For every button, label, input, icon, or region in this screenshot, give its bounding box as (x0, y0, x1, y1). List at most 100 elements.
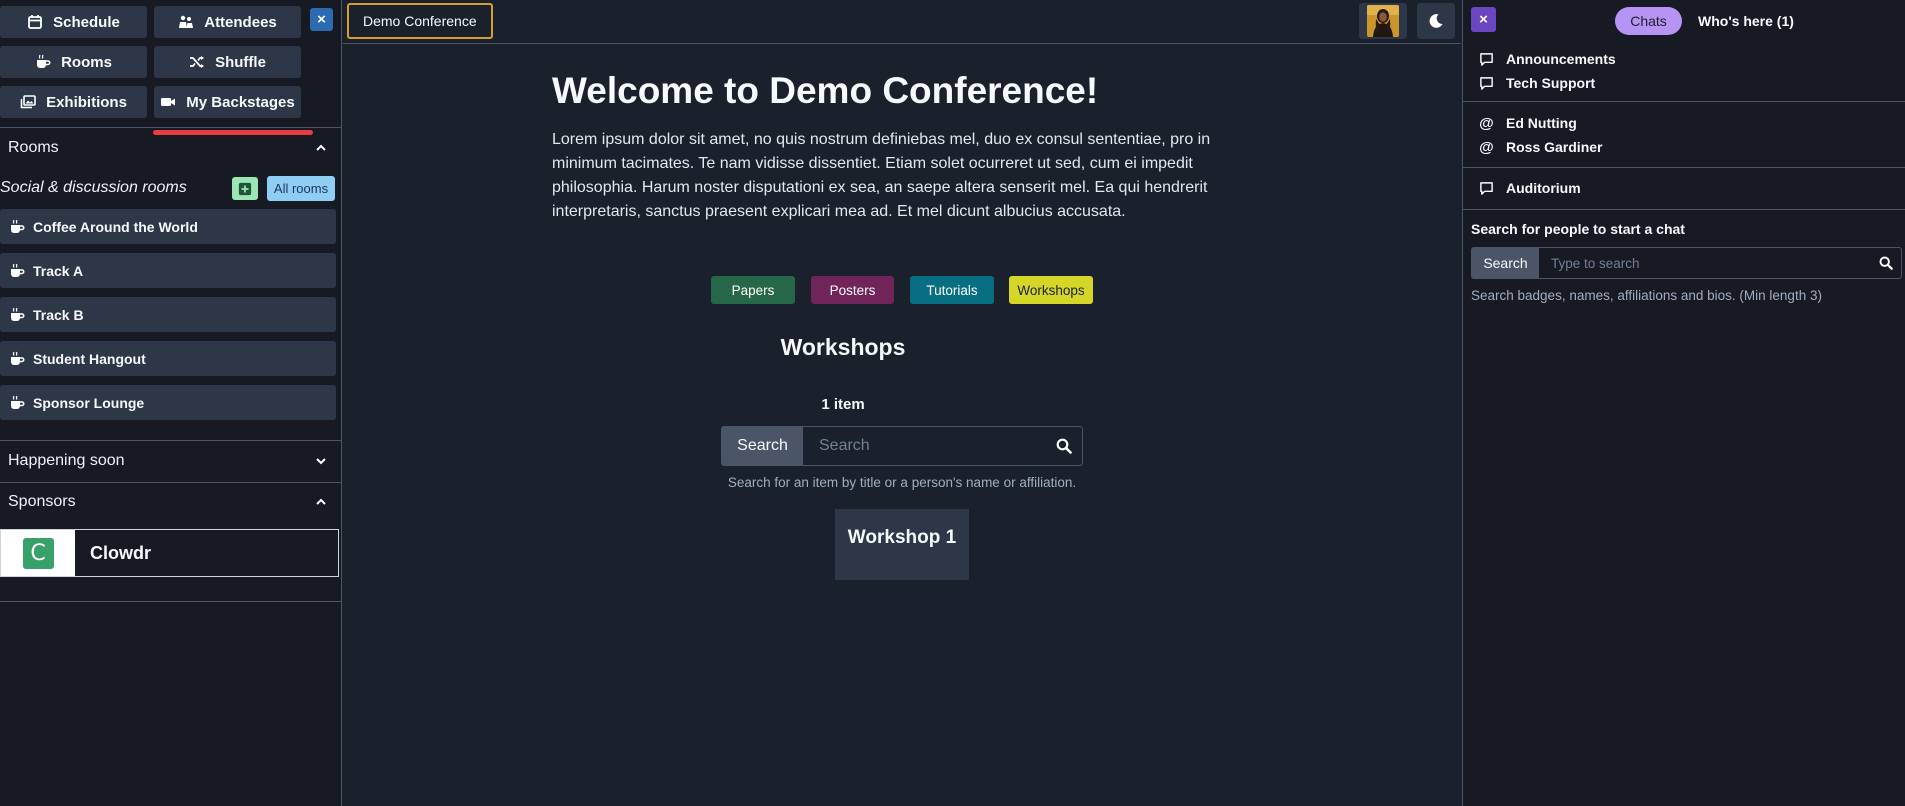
divider (1463, 167, 1905, 168)
chat-item-ross-gardiner[interactable]: @ Ross Gardiner (1479, 137, 1602, 157)
chat-item-announcements[interactable]: Announcements (1479, 49, 1616, 69)
item-search-input[interactable] (803, 427, 1046, 465)
coffee-icon (35, 54, 51, 70)
divider (1463, 209, 1905, 210)
conference-button[interactable]: Demo Conference (347, 3, 493, 39)
chat-item-auditorium[interactable]: Auditorium (1479, 178, 1581, 198)
happening-soon-header[interactable]: Happening soon (8, 449, 329, 473)
exhibitions-label: Exhibitions (46, 93, 127, 111)
chat-label: Auditorium (1506, 180, 1581, 196)
right-sidebar: × Chats Who's here (1) Announcements Tec… (1462, 0, 1905, 806)
divider (0, 482, 341, 483)
chat-label: Tech Support (1506, 75, 1596, 91)
search-icon[interactable] (1871, 248, 1901, 278)
tab-chats[interactable]: Chats (1615, 7, 1682, 35)
shuffle-icon (189, 54, 205, 70)
social-rooms-subheading: Social & discussion rooms All rooms (0, 174, 340, 202)
sponsors-title: Sponsors (8, 493, 76, 510)
category-posters[interactable]: Posters (811, 276, 894, 304)
room-label: Coffee Around the World (33, 218, 198, 235)
chevron-up-icon (313, 494, 329, 510)
chevron-down-icon (313, 453, 329, 469)
category-label: Posters (829, 282, 876, 298)
main-nav: Schedule Attendees × Rooms Shuffle Exhib… (0, 6, 340, 118)
divider (0, 601, 341, 602)
chat-item-tech-support[interactable]: Tech Support (1479, 73, 1595, 93)
coffee-icon (9, 219, 25, 235)
close-nav-button[interactable]: × (310, 8, 333, 31)
coffee-icon (9, 351, 25, 367)
my-backstages-label: My Backstages (186, 93, 295, 111)
close-chat-panel-button[interactable]: × (1471, 7, 1496, 32)
people-search-helper: Search badges, names, affiliations and b… (1471, 288, 1822, 303)
item-card[interactable]: Workshop 1 (835, 509, 969, 580)
room-label: Sponsor Lounge (33, 394, 145, 411)
left-sidebar: Schedule Attendees × Rooms Shuffle Exhib… (0, 0, 342, 806)
intro-text: Lorem ipsum dolor sit amet, no quis nost… (552, 131, 1211, 220)
rooms-section-title: Rooms (8, 139, 59, 156)
room-item[interactable]: Sponsor Lounge (0, 385, 336, 420)
create-room-button[interactable] (232, 177, 258, 200)
divider (0, 127, 341, 128)
search-button[interactable]: Search (722, 427, 803, 465)
sponsors-header[interactable]: Sponsors (8, 490, 329, 514)
people-search-input[interactable] (1539, 248, 1871, 278)
schedule-label: Schedule (53, 13, 120, 31)
video-camera-icon (160, 94, 176, 110)
all-rooms-button[interactable]: All rooms (267, 176, 335, 201)
chevron-up-icon (313, 140, 329, 156)
profile-button[interactable] (1359, 3, 1407, 39)
color-mode-toggle[interactable] (1417, 3, 1455, 39)
category-label: Papers (731, 282, 775, 298)
room-item[interactable]: Coffee Around the World (0, 209, 336, 244)
sponsor-card[interactable]: C Clowdr (0, 529, 339, 577)
schedule-button[interactable]: Schedule (0, 6, 147, 38)
top-bar: Demo Conference (343, 0, 1461, 44)
my-backstages-button[interactable]: My Backstages (154, 86, 301, 118)
at-icon: @ (1479, 114, 1494, 132)
sponsor-logo-container: C (1, 530, 75, 576)
room-item[interactable]: Student Hangout (0, 341, 336, 376)
attendees-label: Attendees (204, 13, 277, 31)
chat-label: Ed Nutting (1506, 115, 1577, 131)
shuffle-label: Shuffle (215, 53, 266, 71)
at-icon: @ (1479, 138, 1494, 156)
coffee-icon (9, 395, 25, 411)
category-label: Tutorials (926, 282, 978, 298)
people-search-button[interactable]: Search (1472, 248, 1539, 278)
section-title: Workshops (780, 334, 906, 360)
item-title: Workshop 1 (847, 527, 957, 548)
category-workshops[interactable]: Workshops (1009, 276, 1093, 304)
people-icon (178, 14, 194, 30)
shuffle-button[interactable]: Shuffle (154, 46, 301, 78)
chat-item-ed-nutting[interactable]: @ Ed Nutting (1479, 113, 1577, 133)
category-papers[interactable]: Papers (711, 276, 795, 304)
sponsor-logo: C (22, 537, 54, 569)
item-count: 1 item (821, 396, 865, 413)
active-indicator (153, 130, 313, 135)
room-item[interactable]: Track B (0, 297, 336, 332)
tab-whos-here[interactable]: Who's here (1) (1698, 7, 1794, 35)
exhibitions-button[interactable]: Exhibitions (0, 86, 147, 118)
room-item[interactable]: Track A (0, 253, 336, 288)
rooms-label: Rooms (61, 53, 112, 71)
images-icon (20, 94, 36, 110)
chat-label: Announcements (1506, 51, 1616, 67)
search-icon[interactable] (1046, 427, 1082, 465)
calendar-icon (27, 14, 43, 30)
divider (0, 440, 341, 441)
sponsor-name: Clowdr (90, 542, 151, 563)
people-search-title: Search for people to start a chat (1471, 221, 1685, 237)
avatar (1367, 5, 1399, 37)
category-tutorials[interactable]: Tutorials (910, 276, 994, 304)
plus-square-icon (238, 182, 252, 196)
rooms-section-header[interactable]: Rooms (8, 136, 329, 160)
moon-icon (1428, 13, 1444, 29)
rooms-button[interactable]: Rooms (0, 46, 147, 78)
coffee-icon (9, 263, 25, 279)
search-helper-text: Search for an item by title or a person'… (727, 475, 1077, 490)
attendees-button[interactable]: Attendees (154, 6, 301, 38)
room-label: Student Hangout (33, 350, 146, 367)
chat-bubble-icon (1479, 76, 1494, 91)
page-title: Welcome to Demo Conference! (552, 70, 1099, 111)
